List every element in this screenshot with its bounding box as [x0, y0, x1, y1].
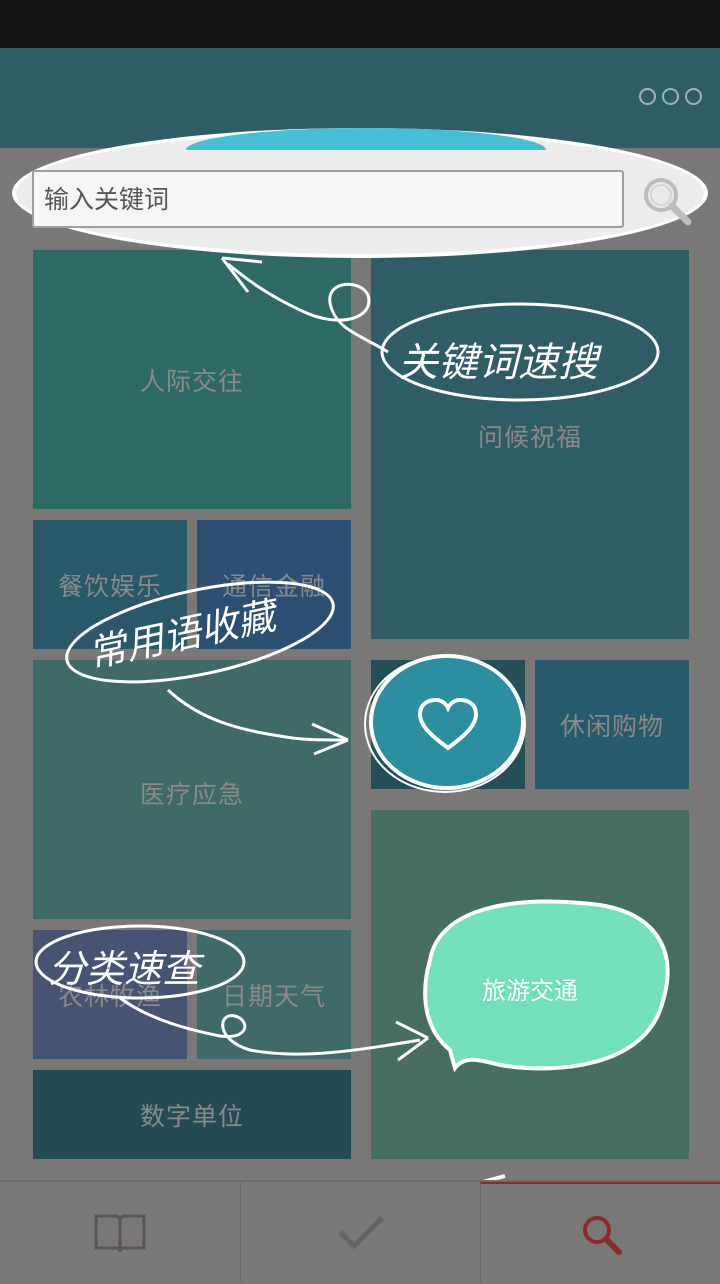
search-input[interactable]: [32, 170, 624, 228]
tile-social[interactable]: 人际交往: [33, 250, 351, 509]
tile-travel-transport[interactable]: 旅游交通: [430, 960, 630, 1016]
tile-label: 数字单位: [139, 1101, 244, 1131]
tile-label: 休闲购物: [559, 711, 664, 741]
tile-label: 餐饮娱乐: [57, 571, 162, 601]
nav-learn[interactable]: [0, 1182, 240, 1282]
tile-label: 医疗应急: [139, 779, 244, 809]
status-bar: [0, 0, 720, 48]
magnifier-icon: [644, 178, 692, 226]
menu-dot: [685, 88, 702, 105]
nav-check[interactable]: [240, 1182, 481, 1282]
tile-label: 人际交往: [139, 366, 244, 396]
magnifier-icon: [583, 1216, 622, 1255]
heart-icon: [417, 697, 479, 751]
tile-label: 旅游交通: [482, 976, 578, 1005]
checkmark-icon: [338, 1216, 384, 1250]
book-icon: [94, 1214, 146, 1253]
bottom-nav: [0, 1180, 720, 1284]
annotation-category-browse: 分类速查: [48, 947, 201, 991]
tile-numbers-units[interactable]: 数字单位: [33, 1070, 351, 1159]
tile-label: 日期天气: [221, 981, 326, 1011]
annotation-keyword-search: 关键词速搜: [398, 340, 598, 386]
tile-greetings[interactable]: 问候祝福: [371, 250, 689, 639]
search-button[interactable]: [638, 174, 694, 226]
tile-medical[interactable]: 医疗应急: [33, 660, 351, 919]
favorites-button[interactable]: [412, 694, 484, 754]
menu-dot: [662, 88, 679, 105]
tile-label: 问候祝福: [477, 422, 582, 452]
nav-search[interactable]: [480, 1182, 720, 1284]
tile-leisure-shopping[interactable]: 休闲购物: [535, 660, 689, 789]
menu-dot: [639, 88, 656, 105]
overflow-menu-icon[interactable]: [639, 88, 702, 105]
tile-date-weather[interactable]: 日期天气: [197, 930, 351, 1059]
